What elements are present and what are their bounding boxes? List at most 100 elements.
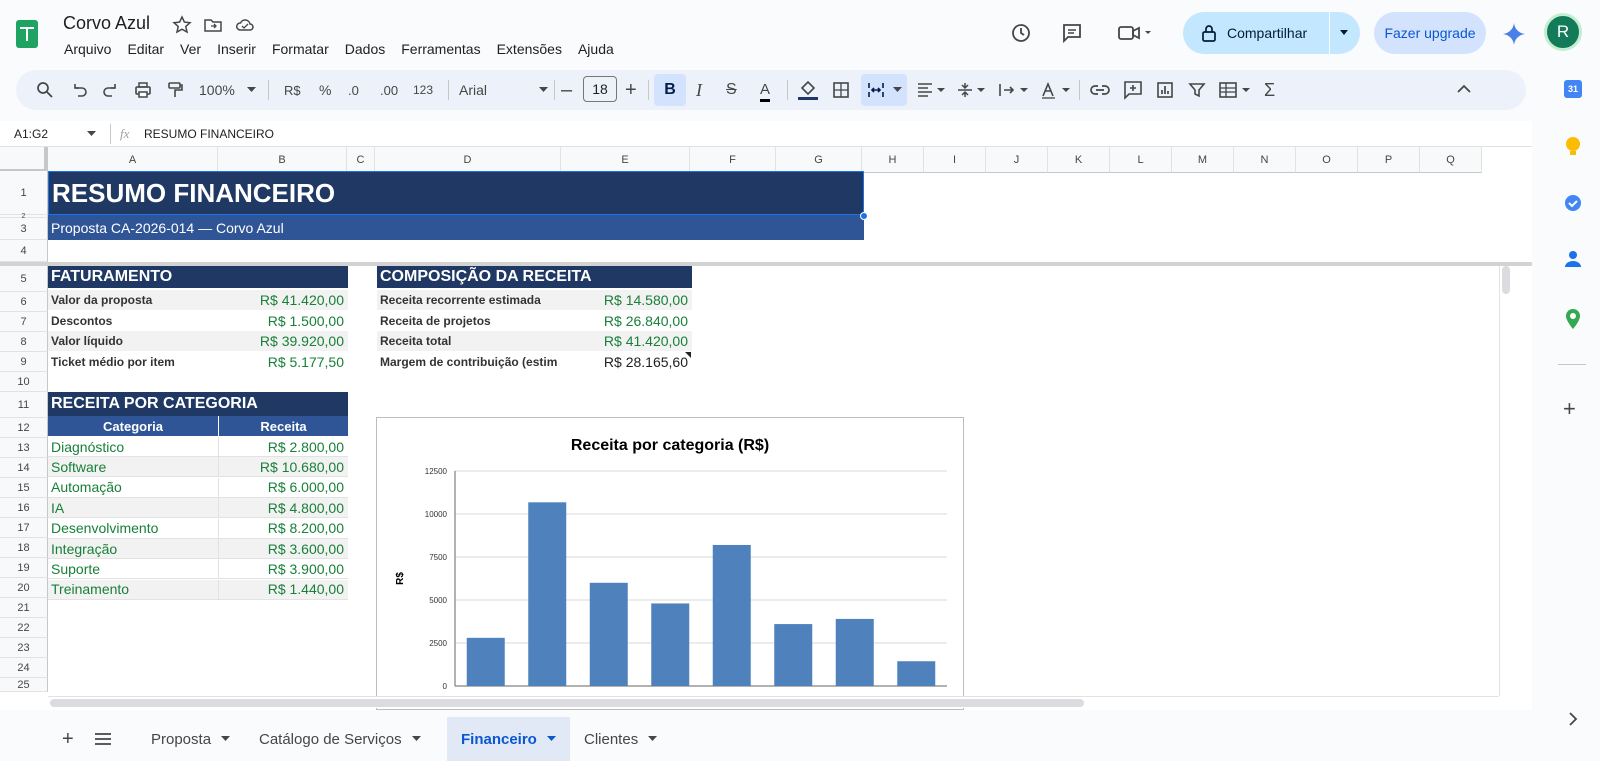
menu-extensoes[interactable]: Extensões — [489, 40, 570, 58]
text-rotation-icon[interactable] — [1040, 81, 1072, 99]
column-header[interactable]: D — [375, 147, 561, 173]
composicao-header[interactable]: COMPOSIÇÃO DA RECEITA — [377, 266, 692, 288]
row-header[interactable]: 19 — [0, 558, 48, 578]
categoria-label[interactable]: Desenvolvimento — [48, 518, 219, 539]
font-family-select[interactable]: Arial — [459, 80, 549, 100]
horizontal-scroll-thumb[interactable] — [50, 699, 1084, 707]
chart-bar[interactable] — [897, 661, 936, 686]
categoria-label[interactable]: Integração — [48, 539, 219, 559]
sheet-subtitle-cell[interactable]: Proposta CA-2026-014 — Corvo Azul — [48, 215, 864, 240]
faturamento-header[interactable]: FATURAMENTO — [48, 266, 348, 288]
faturamento-value[interactable]: R$ 41.420,00 — [219, 290, 348, 310]
borders-icon[interactable] — [832, 81, 850, 99]
sheets-logo-icon[interactable] — [16, 20, 38, 48]
insert-comment-icon[interactable] — [1123, 80, 1143, 100]
categoria-header[interactable]: RECEITA POR CATEGORIA — [48, 392, 348, 416]
column-header[interactable]: F — [690, 147, 776, 173]
row-header[interactable]: 11 — [0, 392, 48, 418]
comments-icon[interactable] — [1061, 22, 1083, 44]
text-wrapping-icon[interactable] — [998, 81, 1030, 99]
menu-ver[interactable]: Ver — [172, 40, 209, 58]
composicao-value[interactable]: R$ 26.840,00 — [563, 311, 692, 331]
redo-icon[interactable] — [102, 81, 120, 99]
composicao-label[interactable]: Receita de projetos — [377, 311, 563, 331]
horizontal-align-icon[interactable] — [916, 81, 946, 99]
column-header[interactable]: P — [1358, 147, 1420, 173]
categoria-value[interactable]: R$ 10.680,00 — [219, 457, 348, 478]
row-header[interactable]: 9 — [0, 352, 48, 372]
vertical-scrollbar[interactable] — [1499, 266, 1511, 696]
tasks-icon[interactable] — [1564, 194, 1582, 212]
select-all-corner[interactable] — [0, 147, 48, 173]
zoom-select[interactable]: 100% — [199, 80, 256, 100]
column-header[interactable]: M — [1172, 147, 1234, 173]
star-icon[interactable] — [172, 15, 192, 35]
composicao-value[interactable]: R$ 14.580,00 — [563, 290, 692, 310]
expand-side-panel-icon[interactable] — [1568, 712, 1578, 726]
row-header[interactable]: 7 — [0, 312, 48, 332]
name-box[interactable]: A1:G2 — [14, 127, 48, 141]
faturamento-label[interactable]: Valor da proposta — [48, 290, 219, 310]
receita-col-header[interactable]: Receita — [219, 416, 348, 436]
categoria-value[interactable]: R$ 4.800,00 — [219, 498, 348, 519]
row-header[interactable]: 1 — [0, 171, 48, 215]
bar-chart[interactable]: Receita por categoria (R$) R$ 0 2500 5000 750… — [376, 417, 964, 710]
font-size-input[interactable]: 18 — [583, 76, 617, 102]
row-header[interactable]: 13 — [0, 438, 48, 458]
column-header[interactable]: Q — [1420, 147, 1482, 173]
document-title[interactable]: Corvo Azul — [63, 13, 150, 34]
functions-button[interactable]: Σ — [1264, 80, 1275, 100]
upgrade-button[interactable]: Fazer upgrade — [1374, 12, 1486, 54]
share-button[interactable]: Compartilhar — [1183, 12, 1360, 54]
categoria-value[interactable]: R$ 8.200,00 — [219, 519, 348, 539]
more-formats-button[interactable]: 123 — [413, 80, 433, 100]
gemini-icon[interactable] — [1502, 22, 1526, 46]
percent-format-button[interactable]: % — [319, 80, 331, 100]
categoria-value[interactable]: R$ 3.900,00 — [219, 559, 348, 580]
categoria-value[interactable]: R$ 6.000,00 — [219, 478, 348, 498]
faturamento-value[interactable]: R$ 1.500,00 — [219, 311, 348, 331]
name-box-dropdown-icon[interactable] — [87, 131, 96, 137]
row-header[interactable]: 18 — [0, 538, 48, 558]
categoria-value[interactable]: R$ 1.440,00 — [219, 579, 348, 600]
menu-ferramentas[interactable]: Ferramentas — [393, 40, 488, 58]
faturamento-label[interactable]: Ticket médio por item — [48, 352, 219, 372]
horizontal-scrollbar[interactable] — [48, 696, 1499, 708]
faturamento-value[interactable]: R$ 5.177,50 — [219, 352, 348, 372]
categoria-label[interactable]: IA — [48, 498, 219, 519]
row-header[interactable]: 10 — [0, 372, 48, 392]
print-icon[interactable] — [134, 81, 152, 99]
column-header[interactable]: O — [1296, 147, 1358, 173]
version-history-icon[interactable] — [1010, 22, 1032, 44]
merge-cells-button[interactable] — [861, 74, 907, 106]
faturamento-label[interactable]: Descontos — [48, 311, 219, 331]
row-header[interactable]: 20 — [0, 578, 48, 598]
tab-proposta[interactable]: Proposta — [137, 717, 244, 761]
categoria-value[interactable]: R$ 2.800,00 — [219, 437, 348, 457]
composicao-value[interactable]: R$ 41.420,00 — [563, 331, 692, 351]
calendar-icon[interactable]: 31 — [1564, 80, 1582, 98]
tab-clientes[interactable]: Clientes — [570, 717, 671, 761]
meet-icon[interactable] — [1117, 22, 1153, 44]
all-sheets-icon[interactable] — [94, 732, 112, 746]
add-addon-icon[interactable]: + — [1563, 396, 1576, 422]
move-folder-icon[interactable] — [203, 15, 223, 35]
faturamento-label[interactable]: Valor líquido — [48, 331, 219, 351]
keep-icon[interactable] — [1564, 136, 1582, 158]
increase-font-size-button[interactable]: + — [625, 79, 637, 101]
paint-format-icon[interactable] — [166, 81, 184, 99]
column-header[interactable]: I — [924, 147, 986, 173]
row-header[interactable]: 25 — [0, 678, 48, 692]
row-header[interactable]: 6 — [0, 292, 48, 312]
column-header[interactable]: H — [862, 147, 924, 173]
increase-decimal-button[interactable]: .00 — [380, 80, 398, 100]
composicao-value[interactable]: R$ 28.165,60 — [563, 352, 692, 372]
row-header[interactable]: 3 — [0, 218, 48, 240]
tab-financeiro[interactable]: Financeiro — [447, 717, 570, 761]
vertical-align-icon[interactable] — [956, 81, 986, 99]
column-header[interactable]: B — [218, 147, 347, 173]
row-header[interactable]: 8 — [0, 332, 48, 352]
formula-input[interactable]: RESUMO FINANCEIRO — [144, 127, 274, 141]
fill-color-icon[interactable] — [797, 79, 819, 101]
collapse-toolbar-icon[interactable] — [1457, 84, 1471, 94]
